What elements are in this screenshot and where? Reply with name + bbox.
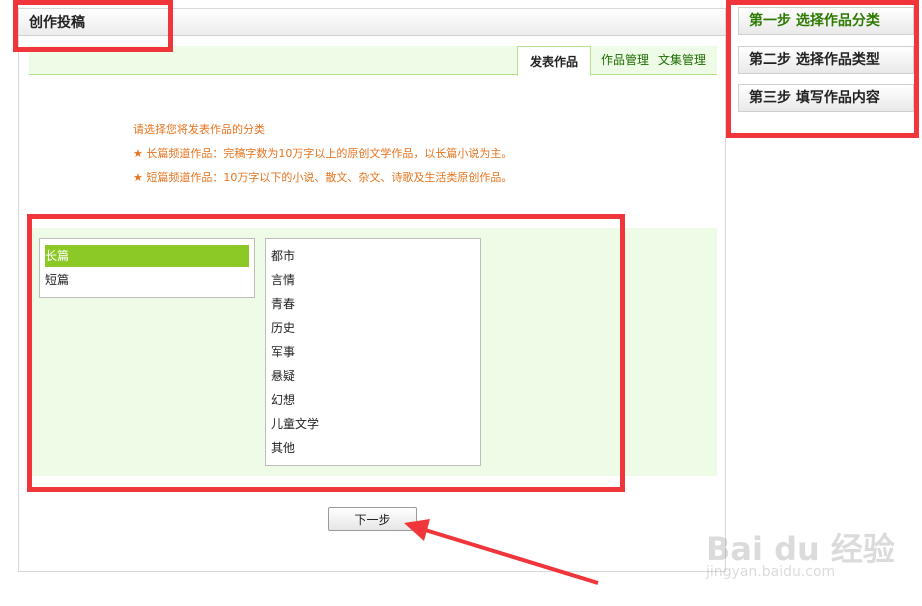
category-listbox[interactable]: 长篇 短篇 [39,238,255,298]
tab-publish[interactable]: 发表作品 [517,46,591,76]
watermark: Bai du 经验 jingyan.baidu.com [706,506,896,596]
list-item-genre[interactable]: 言情 [271,269,295,291]
page-title: 创作投稿 [29,15,85,31]
list-item-genre[interactable]: 悬疑 [271,365,295,387]
tab-work-management[interactable]: 作品管理 [601,46,649,75]
info-line-long-text: 长篇频道作品：完稿字数为10万字以上的原创文学作品，以长篇小说为主。 [146,147,513,160]
genre-listbox[interactable]: 都市 言情 青春 历史 军事 悬疑 幻想 儿童文学 其他 [265,238,481,466]
star-icon: ★ [133,171,143,184]
list-item-genre[interactable]: 幻想 [271,389,295,411]
watermark-url: jingyan.baidu.com [706,564,836,580]
list-item-genre[interactable]: 儿童文学 [271,413,319,435]
list-item-long[interactable]: 长篇 [45,245,249,267]
step-2: 第二步 选择作品类型 [738,46,914,74]
title-bar [18,8,726,36]
step-1: 第一步 选择作品分类 [738,7,914,35]
tab-collection-management[interactable]: 文集管理 [658,46,706,75]
list-item-genre[interactable]: 青春 [271,293,295,315]
step-3: 第三步 填写作品内容 [738,84,914,112]
annotation-arrow-icon [404,519,599,585]
info-line-short: ★ 短篇频道作品：10万字以下的小说、散文、杂文、诗歌及生活类原创作品。 [133,169,512,185]
star-icon: ★ [133,147,143,160]
category-prompt: 请选择您将发表作品的分类 [133,123,265,136]
info-line-short-text: 短篇频道作品：10万字以下的小说、散文、杂文、诗歌及生活类原创作品。 [146,171,513,184]
list-item-short[interactable]: 短篇 [45,269,69,291]
info-line-long: ★ 长篇频道作品：完稿字数为10万字以上的原创文学作品，以长篇小说为主。 [133,145,512,161]
list-item-genre[interactable]: 其他 [271,437,295,459]
list-item-genre[interactable]: 都市 [271,245,295,267]
list-item-genre[interactable]: 军事 [271,341,295,363]
list-item-genre[interactable]: 历史 [271,317,295,339]
